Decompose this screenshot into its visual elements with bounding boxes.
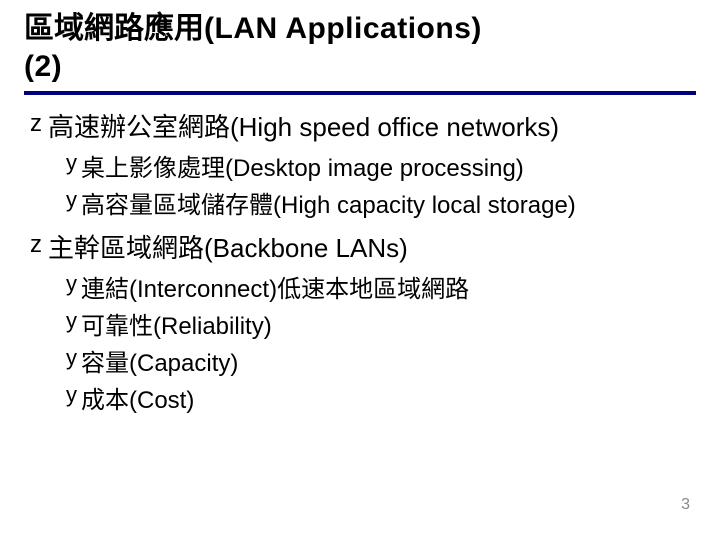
z-bullet-icon: z <box>30 107 42 141</box>
level2-text: 成本(Cost) <box>81 380 194 415</box>
slide-title: 區域網路應用(LAN Applications) (2) <box>24 10 696 85</box>
bullet-level1: z 高速辦公室網路(High speed office networks) <box>30 107 696 144</box>
y-bullet-icon: y <box>66 269 77 300</box>
title-en: (LAN Applications) <box>204 12 482 45</box>
title-line2: (2) <box>24 50 62 83</box>
y-bullet-icon: y <box>66 148 77 179</box>
bullet-level1: z 主幹區域網路(Backbone LANs) <box>30 228 696 265</box>
y-bullet-icon: y <box>66 380 77 411</box>
level2-text: 容量(Capacity) <box>81 343 238 378</box>
level2-text: 連結(Interconnect)低速本地區域網路 <box>81 269 469 304</box>
level1-text: 高速辦公室網路(High speed office networks) <box>48 107 559 144</box>
bullet-level2: y 高容量區域儲存體(High capacity local storage) <box>66 185 696 220</box>
title-underline <box>24 91 696 95</box>
level2-text: 可靠性(Reliability) <box>81 306 272 341</box>
level2-text: 高容量區域儲存體(High capacity local storage) <box>81 185 576 220</box>
level2-text: 桌上影像處理(Desktop image processing) <box>81 148 524 183</box>
bullet-level2: y 容量(Capacity) <box>66 343 696 378</box>
bullet-level2: y 成本(Cost) <box>66 380 696 415</box>
title-zh: 區域網路應用 <box>24 12 204 45</box>
level1-text: 主幹區域網路(Backbone LANs) <box>48 228 408 265</box>
bullet-level2: y 連結(Interconnect)低速本地區域網路 <box>66 269 696 304</box>
y-bullet-icon: y <box>66 185 77 216</box>
bullet-level2: y 桌上影像處理(Desktop image processing) <box>66 148 696 183</box>
z-bullet-icon: z <box>30 228 42 262</box>
page-number: 3 <box>681 496 690 514</box>
bullet-level2: y 可靠性(Reliability) <box>66 306 696 341</box>
y-bullet-icon: y <box>66 343 77 374</box>
y-bullet-icon: y <box>66 306 77 337</box>
